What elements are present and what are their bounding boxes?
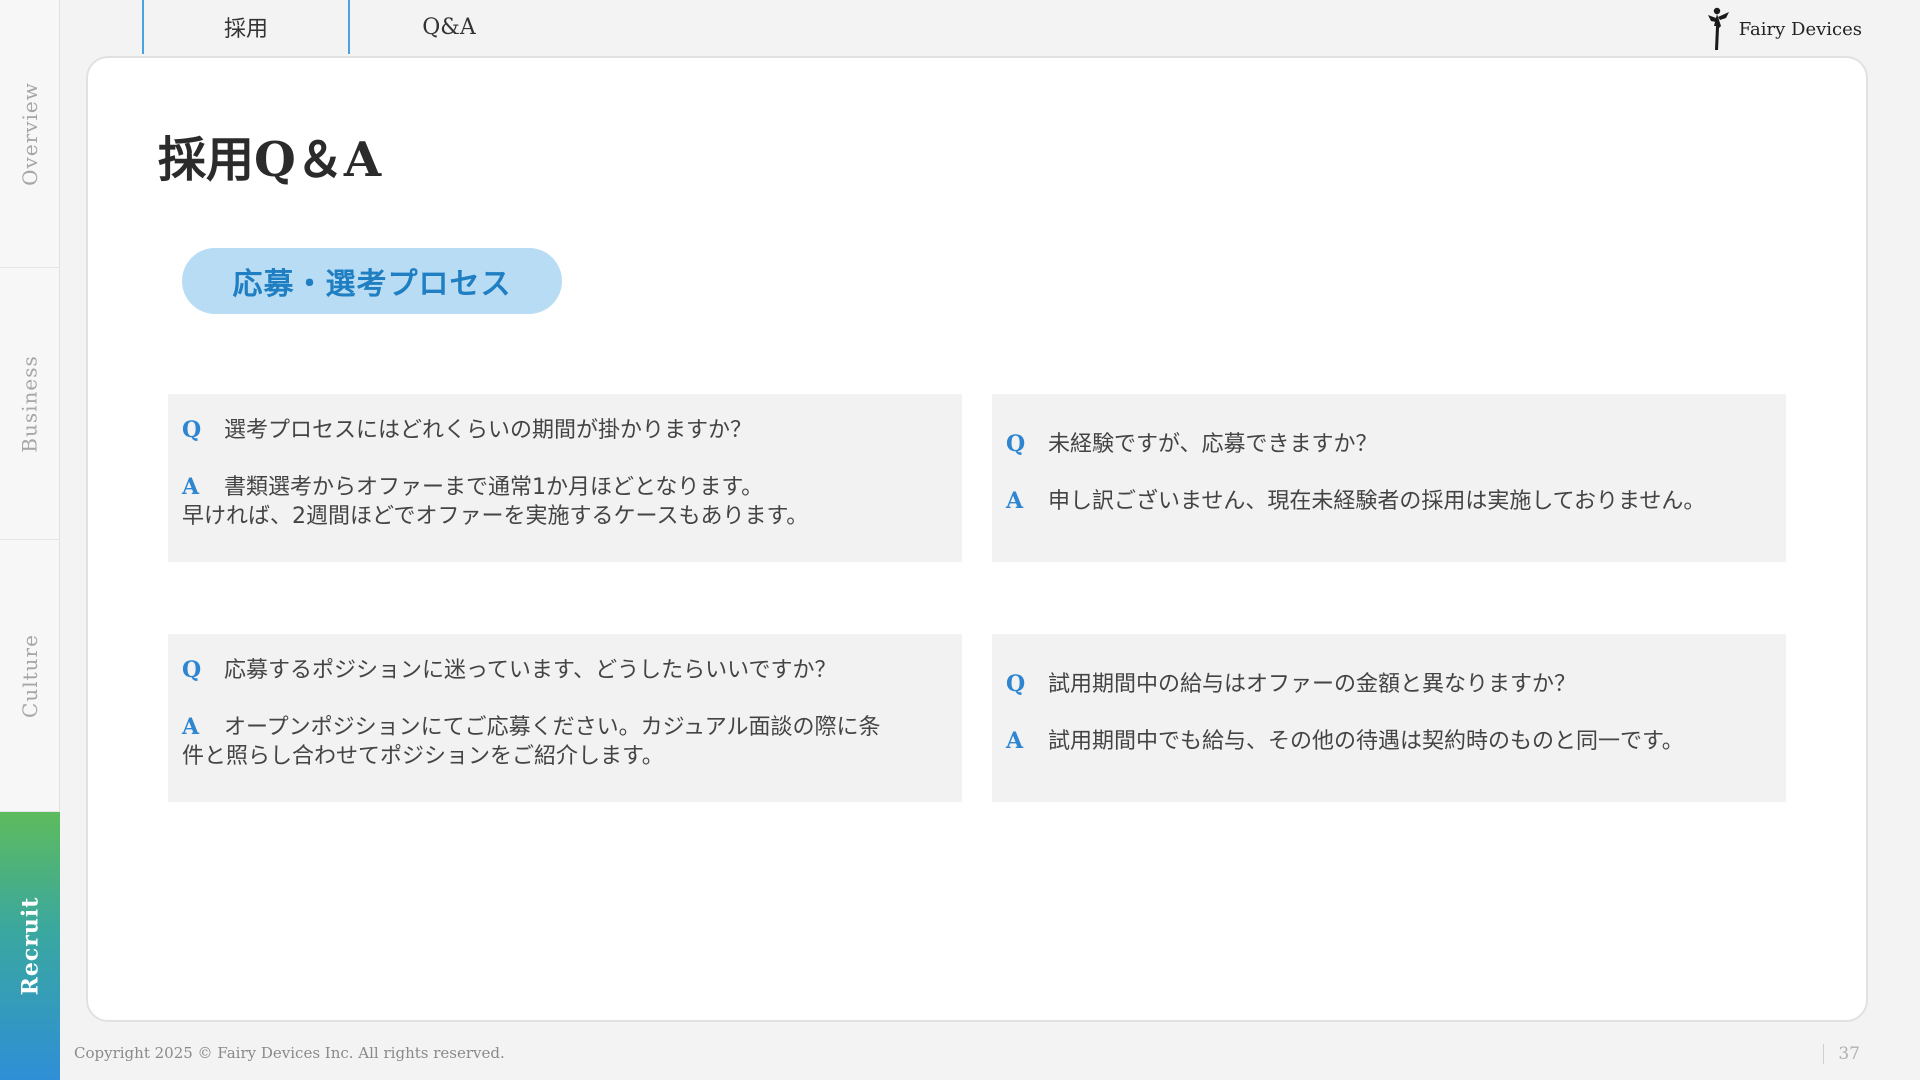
- breadcrumb-tabs: 採用 Q&A: [142, 0, 548, 54]
- company-logo: Fairy Devices: [1705, 6, 1862, 52]
- side-nav-item-overview[interactable]: Overview: [0, 0, 60, 268]
- answer-text: 申し訳ございません、現在未経験者の採用は実施しておりません。: [1048, 489, 1706, 514]
- answer-row: A 申し訳ございません、現在未経験者の採用は実施しておりません。: [1006, 487, 1770, 516]
- question-mark: Q: [182, 657, 202, 683]
- answer-row: A 試用期間中でも給与、その他の待遇は契約時のものと同一です。: [1006, 727, 1770, 756]
- question-mark: Q: [1006, 431, 1026, 457]
- answer-mark: A: [1006, 488, 1024, 514]
- answer-mark: A: [182, 474, 200, 500]
- side-nav-label: Recruit: [17, 896, 43, 996]
- answer-row: A 書類選考からオファーまで通常1か月ほどとなります。 早ければ、2週間ほどでオ…: [182, 473, 946, 531]
- qa-card: Q 応募するポジションに迷っています、どうしたらいいですか？ A オープンポジシ…: [168, 634, 962, 802]
- main-content-card: 採用Q＆A 応募・選考プロセス Q 選考プロセスにはどれくらいの期間が掛かります…: [86, 56, 1868, 1022]
- answer-mark: A: [182, 714, 200, 740]
- side-nav-item-culture[interactable]: Culture: [0, 540, 60, 812]
- question-row: Q 試用期間中の給与はオファーの金額と異なりますか？: [1006, 670, 1770, 699]
- side-nav-label: Overview: [18, 81, 42, 186]
- answer-text: オープンポジションにてご応募ください。カジュアル面談の際に条 件と照らし合わせて…: [182, 713, 946, 771]
- tab-qa[interactable]: Q&A: [348, 0, 548, 54]
- question-row: Q 応募するポジションに迷っています、どうしたらいいですか？: [182, 656, 946, 685]
- answer-line: 書類選考からオファーまで通常1か月ほどとなります。: [224, 475, 764, 500]
- answer-mark: A: [1006, 728, 1024, 754]
- section-label-pill: 応募・選考プロセス: [182, 248, 562, 314]
- question-row: Q 未経験ですが、応募できますか？: [1006, 430, 1770, 459]
- question-mark: Q: [182, 417, 202, 443]
- tab-recruit[interactable]: 採用: [142, 0, 348, 54]
- answer-row: A オープンポジションにてご応募ください。カジュアル面談の際に条 件と照らし合わ…: [182, 713, 946, 771]
- qa-card: Q 試用期間中の給与はオファーの金額と異なりますか？ A 試用期間中でも給与、そ…: [992, 634, 1786, 802]
- question-text: 試用期間中の給与はオファーの金額と異なりますか？: [1048, 672, 1577, 697]
- copyright-text: Copyright 2025 © Fairy Devices Inc. All …: [74, 1044, 505, 1062]
- side-navigation: Overview Business Culture Recruit: [0, 0, 60, 1080]
- question-text: 選考プロセスにはどれくらいの期間が掛かりますか？: [224, 418, 753, 443]
- answer-text: 試用期間中でも給与、その他の待遇は契約時のものと同一です。: [1048, 729, 1684, 754]
- qa-card: Q 未経験ですが、応募できますか？ A 申し訳ございません、現在未経験者の採用は…: [992, 394, 1786, 562]
- answer-text: 書類選考からオファーまで通常1か月ほどとなります。 早ければ、2週間ほどでオファ…: [182, 473, 946, 531]
- logo-text: Fairy Devices: [1738, 18, 1862, 40]
- question-row: Q 選考プロセスにはどれくらいの期間が掛かりますか？: [182, 416, 946, 445]
- side-nav-item-recruit[interactable]: Recruit: [0, 812, 60, 1080]
- page-title: 採用Q＆A: [158, 132, 382, 188]
- side-nav-label: Business: [18, 354, 43, 453]
- answer-line: 早ければ、2週間ほどでオファーを実施するケースもあります。: [182, 504, 809, 529]
- question-mark: Q: [1006, 671, 1026, 697]
- question-text: 未経験ですが、応募できますか？: [1048, 432, 1378, 457]
- answer-line: 件と照らし合わせてポジションをご紹介します。: [182, 744, 664, 769]
- side-nav-label: Culture: [18, 633, 42, 718]
- question-text: 応募するポジションに迷っています、どうしたらいいですか？: [224, 658, 837, 683]
- side-nav-item-business[interactable]: Business: [0, 268, 60, 540]
- qa-card: Q 選考プロセスにはどれくらいの期間が掛かりますか？ A 書類選考からオファーま…: [168, 394, 962, 562]
- page-number: 37: [1823, 1044, 1860, 1064]
- answer-line: オープンポジションにてご応募ください。カジュアル面談の際に条: [224, 715, 881, 740]
- fairy-figure-icon: [1707, 7, 1729, 50]
